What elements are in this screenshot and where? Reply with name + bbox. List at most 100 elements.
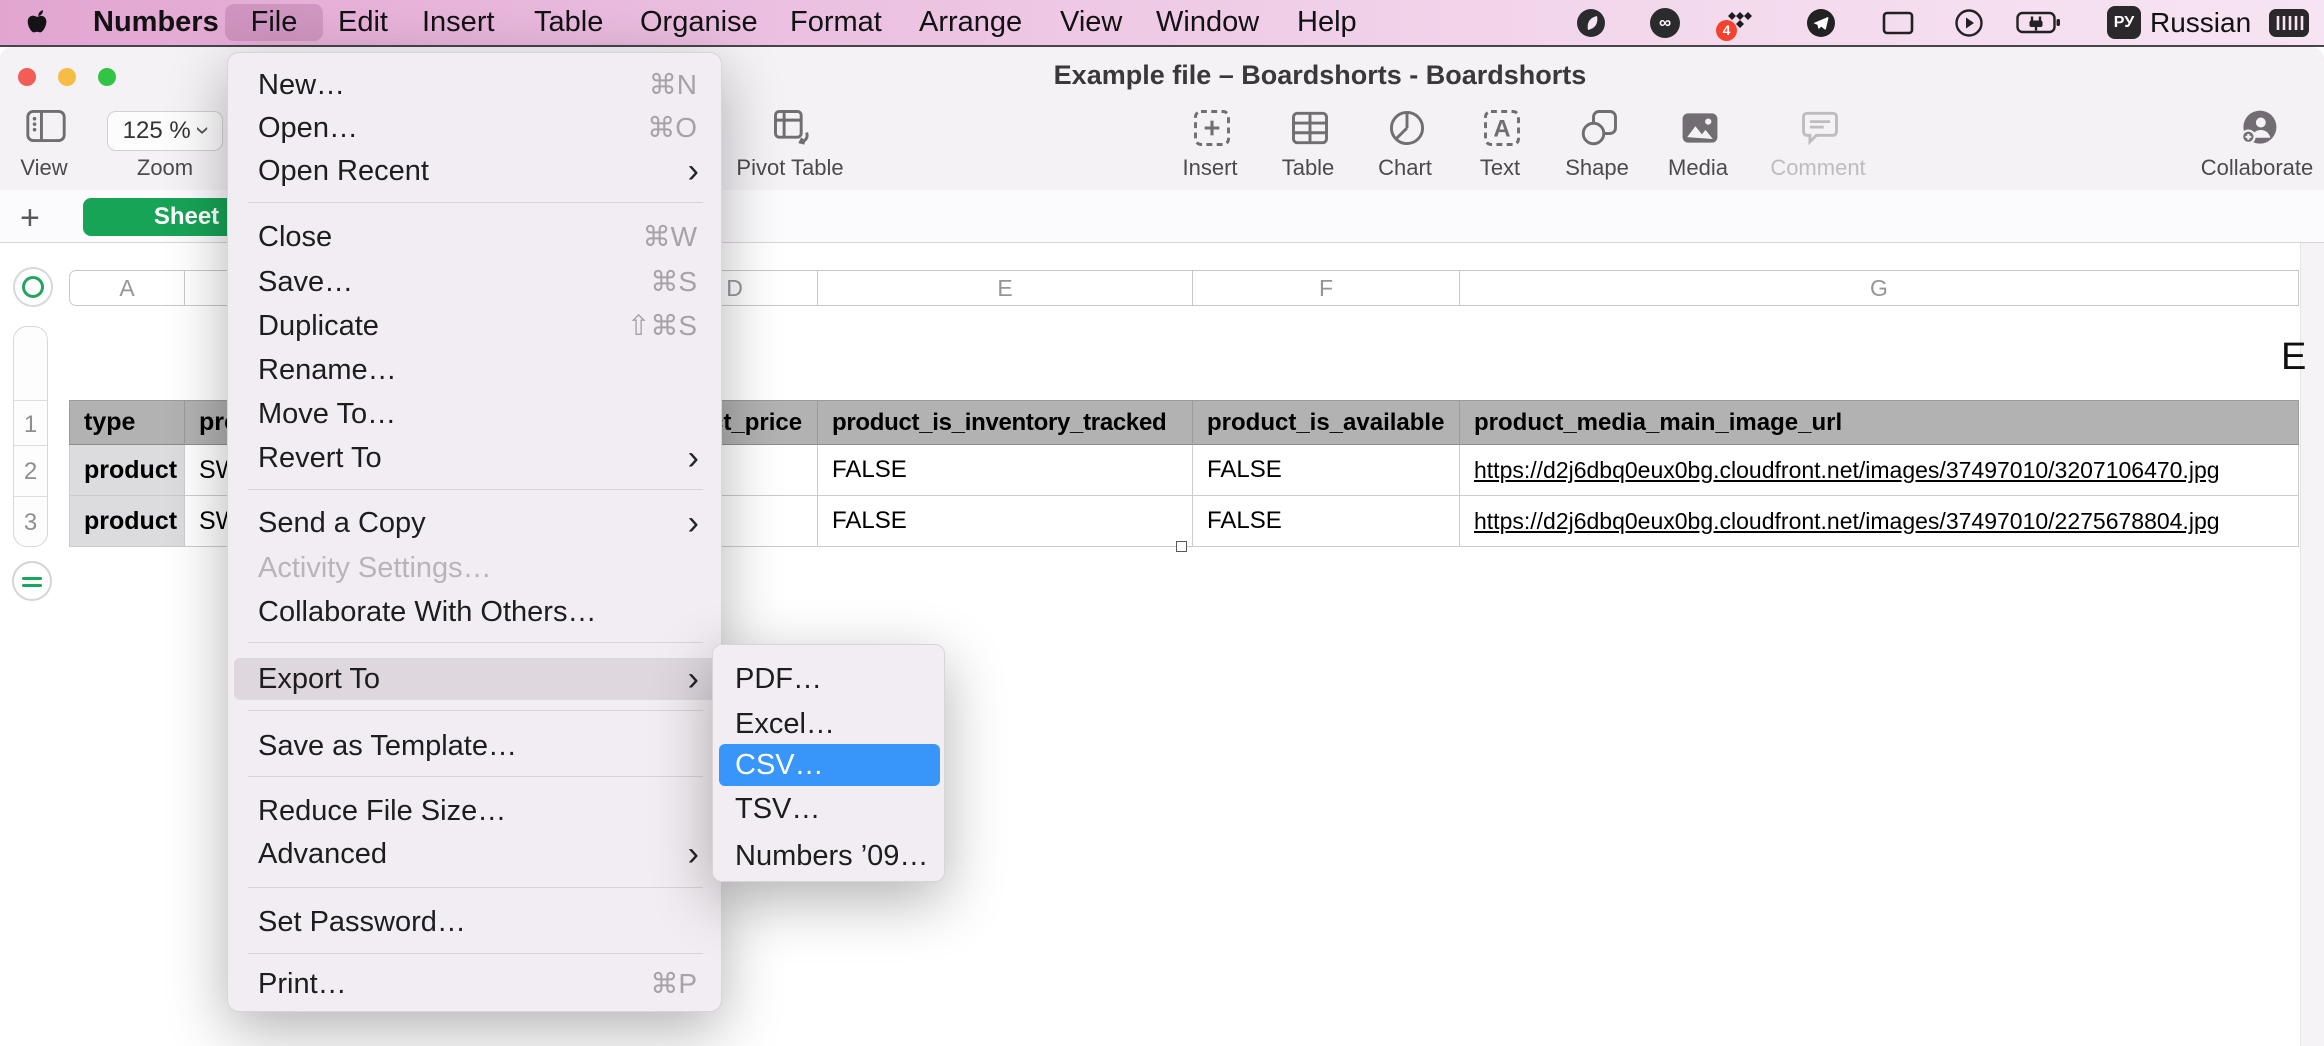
cell-f2[interactable]: FALSE — [1193, 445, 1460, 496]
menu-separator — [248, 710, 703, 711]
row-header-1[interactable]: 1 — [14, 411, 47, 439]
menu-item-export-to[interactable]: Export To — [234, 658, 717, 700]
notification-badge: 4 — [1716, 20, 1737, 41]
creative-cloud-icon[interactable] — [1650, 8, 1680, 38]
menu-item-save-as-template[interactable]: Save as Template… — [234, 725, 717, 767]
cell-f3[interactable]: FALSE — [1193, 496, 1460, 547]
cell-a1[interactable]: type — [69, 400, 185, 445]
select-all-table-button[interactable] — [13, 267, 53, 307]
menubar-item-view[interactable]: View — [1060, 0, 1122, 45]
menubar-item-organise[interactable]: Organise — [640, 0, 758, 45]
menubar-item-numbers[interactable]: Numbers — [93, 0, 219, 45]
sheet-tab-label: Sheet — [154, 203, 219, 230]
menubar-item-insert[interactable]: Insert — [422, 0, 495, 45]
capsule-divider — [14, 496, 47, 497]
input-language-label[interactable]: Russian — [2150, 0, 2251, 45]
menu-item-duplicate[interactable]: Duplicate⇧⌘S — [234, 305, 717, 347]
zoom-label: Zoom — [121, 156, 209, 180]
menu-item-new[interactable]: New…⌘N — [234, 64, 717, 106]
text-box-icon: A — [1480, 106, 1524, 150]
view-label: View — [0, 156, 88, 180]
image-url-link[interactable]: https://d2j6dbq0eux0bg.cloudfront.net/im… — [1474, 457, 2220, 484]
battery-icon[interactable] — [2016, 11, 2062, 56]
display-icon[interactable] — [1882, 11, 1914, 56]
window-title: Example file – Boardshorts - Boardshorts — [900, 60, 1740, 91]
cell-a2[interactable]: product — [69, 445, 185, 496]
chart-button[interactable] — [1385, 106, 1429, 150]
submenu-item-excel[interactable]: Excel… — [719, 703, 940, 745]
menu-item-send-a-copy[interactable]: Send a Copy — [234, 502, 717, 544]
menu-item-move-to[interactable]: Move To… — [234, 393, 717, 435]
shape-button[interactable] — [1577, 106, 1621, 150]
text-button[interactable]: A — [1480, 106, 1524, 150]
comment-button[interactable] — [1798, 106, 1842, 150]
menubar-item-table[interactable]: Table — [534, 0, 603, 45]
view-button[interactable] — [24, 106, 68, 150]
export-to-submenu: PDF… Excel… CSV… TSV… Numbers ’09… — [712, 644, 945, 882]
cell-d1-fragment: ct_price — [710, 401, 802, 444]
column-header-f[interactable]: F — [1193, 270, 1460, 306]
column-header-g[interactable]: G — [1460, 270, 2299, 306]
media-button[interactable] — [1678, 106, 1722, 150]
add-sheet-button[interactable]: + — [20, 196, 40, 240]
insert-icon — [1190, 106, 1234, 150]
minimize-window-button[interactable] — [58, 68, 76, 86]
submenu-item-tsv[interactable]: TSV… — [719, 788, 940, 830]
play-circle-icon — [1954, 8, 1984, 38]
cell-g3[interactable]: https://d2j6dbq0eux0bg.cloudfront.net/im… — [1460, 496, 2299, 547]
chevron-right-icon — [688, 502, 699, 544]
collaborate-button[interactable] — [2237, 106, 2281, 150]
menu-item-advanced[interactable]: Advanced — [234, 833, 717, 875]
menu-item-set-password[interactable]: Set Password… — [234, 901, 717, 943]
row-header-3[interactable]: 3 — [14, 509, 47, 537]
menubar-item-format[interactable]: Format — [790, 0, 882, 45]
cell-f1[interactable]: product_is_available — [1193, 400, 1460, 445]
menu-item-save[interactable]: Save…⌘S — [234, 261, 717, 303]
menubar-item-edit[interactable]: Edit — [338, 0, 388, 45]
cell-g1[interactable]: product_media_main_image_url — [1460, 400, 2299, 445]
cell-e3[interactable]: FALSE — [818, 496, 1193, 547]
column-header-a[interactable]: A — [69, 270, 185, 306]
menu-item-reduce-file-size[interactable]: Reduce File Size… — [234, 790, 717, 832]
pivot-table-icon — [770, 106, 814, 150]
cell-a3[interactable]: product — [69, 496, 185, 547]
zoom-select[interactable]: 125 % — [107, 111, 223, 151]
menu-item-collaborate-with-others[interactable]: Collaborate With Others… — [234, 591, 717, 633]
table-button[interactable] — [1288, 106, 1332, 150]
submenu-item-numbers-09[interactable]: Numbers ’09… — [719, 835, 940, 877]
row-numbers-capsule: 1 2 3 — [13, 326, 48, 547]
insert-button[interactable] — [1190, 106, 1234, 150]
menu-item-open[interactable]: Open…⌘O — [234, 107, 717, 149]
hamburger-icon — [22, 577, 42, 580]
table-resize-handle[interactable] — [1176, 541, 1187, 552]
menu-item-rename[interactable]: Rename… — [234, 349, 717, 391]
zoom-window-button[interactable] — [98, 68, 116, 86]
chevron-down-icon — [188, 126, 219, 135]
cell-e2[interactable]: FALSE — [818, 445, 1193, 496]
submenu-item-csv[interactable]: CSV… — [719, 744, 940, 786]
cell-g2[interactable]: https://d2j6dbq0eux0bg.cloudfront.net/im… — [1460, 445, 2299, 496]
pivot-table-button[interactable] — [770, 106, 814, 150]
menu-item-revert-to[interactable]: Revert To — [234, 437, 717, 479]
column-header-e[interactable]: E — [818, 270, 1193, 306]
image-url-link[interactable]: https://d2j6dbq0eux0bg.cloudfront.net/im… — [1474, 508, 2220, 535]
capsule-divider — [14, 400, 47, 401]
apple-menu[interactable] — [26, 9, 50, 37]
photo-icon — [1678, 106, 1722, 150]
clipped-text: E — [2281, 336, 2306, 379]
cell-e1[interactable]: product_is_inventory_tracked — [818, 400, 1193, 445]
menubar-item-window[interactable]: Window — [1156, 0, 1259, 45]
menu-item-close[interactable]: Close⌘W — [234, 216, 717, 258]
input-source-badge[interactable]: РУ — [2107, 6, 2141, 39]
menubar-item-arrange[interactable]: Arrange — [919, 0, 1022, 45]
table-options-button[interactable] — [12, 561, 52, 601]
menu-item-print[interactable]: Print…⌘P — [234, 963, 717, 1005]
menubar-item-help[interactable]: Help — [1297, 0, 1357, 45]
close-window-button[interactable] — [18, 68, 36, 86]
bars-icon — [2269, 9, 2309, 37]
menubar-item-file[interactable]: File — [225, 4, 323, 41]
row-header-2[interactable]: 2 — [14, 458, 47, 486]
submenu-item-pdf[interactable]: PDF… — [719, 658, 940, 700]
menu-item-open-recent[interactable]: Open Recent — [234, 150, 717, 192]
control-strip-icon[interactable] — [2269, 9, 2309, 54]
